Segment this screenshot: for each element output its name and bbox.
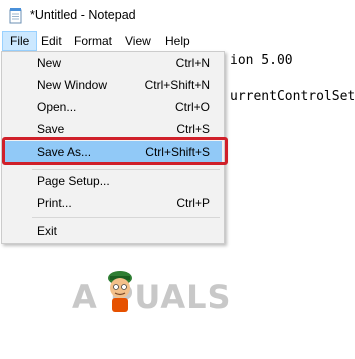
menu-help[interactable]: Help	[158, 31, 197, 51]
menu-file[interactable]: File	[2, 31, 38, 51]
mascot-icon	[108, 271, 132, 312]
menu-item-new[interactable]: New Ctrl+N	[4, 52, 222, 74]
menu-item-new-window[interactable]: New Window Ctrl+Shift+N	[4, 74, 222, 96]
editor-line: ion 5.00	[230, 53, 293, 68]
window-title: *Untitled - Notepad	[30, 8, 136, 22]
menu-bar: File Edit Format View Help	[0, 31, 355, 51]
menu-edit[interactable]: Edit	[34, 31, 69, 51]
menu-format[interactable]: Format	[67, 31, 119, 51]
menu-item-save[interactable]: Save Ctrl+S	[4, 118, 222, 140]
menu-item-save-as[interactable]: Save As... Ctrl+Shift+S	[4, 141, 222, 163]
menu-item-page-setup[interactable]: Page Setup...	[4, 170, 222, 192]
menu-item-open[interactable]: Open... Ctrl+O	[4, 96, 222, 118]
watermark-logo: A PUALS	[72, 262, 282, 322]
menu-view[interactable]: View	[118, 31, 158, 51]
menu-item-exit[interactable]: Exit	[4, 220, 222, 242]
menu-separator	[32, 217, 220, 218]
menu-item-print[interactable]: Print... Ctrl+P	[4, 192, 222, 214]
watermark-letter-a: A PUALS	[72, 278, 232, 316]
title-bar: *Untitled - Notepad	[0, 0, 355, 31]
file-menu-dropdown: New Ctrl+N New Window Ctrl+Shift+N Open.…	[1, 51, 225, 244]
editor-line: urrentControlSet	[230, 89, 355, 104]
notepad-icon	[8, 7, 24, 24]
